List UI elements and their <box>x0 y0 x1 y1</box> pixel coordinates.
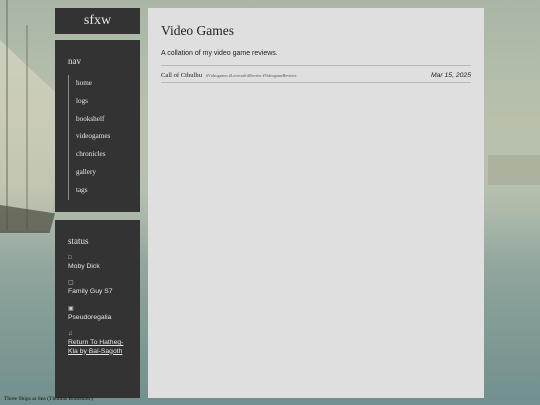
main-content: Video Games A collation of my video game… <box>148 8 484 398</box>
status-item-text: Pseudoregalia <box>68 314 112 321</box>
background-distant-ship <box>488 155 540 185</box>
status-item-link[interactable]: Return To Hatheg-Kla by Bal-Sagoth <box>68 339 123 355</box>
status-heading: status <box>68 236 89 246</box>
nav-item-tags[interactable]: tags <box>69 182 131 200</box>
site-title[interactable]: sfxw <box>55 8 140 34</box>
status-item-listening: ♫ Return To Hatheg-Kla by Bal-Sagoth <box>68 331 133 356</box>
status-panel: status □ Moby Dick ▢ Family Guy S7 ▣ Pse… <box>55 220 140 398</box>
post-title[interactable]: Call of Cthulhu <box>161 72 202 79</box>
background-caption: Three Ships at Sea (Thomas Bradshaw) <box>4 396 93 402</box>
status-item-text: Family Guy S7 <box>68 288 113 295</box>
site-title-text[interactable]: sfxw <box>84 13 111 29</box>
nav-panel: nav home logs bookshelf videogames chron… <box>55 40 140 212</box>
status-item-watching: ▢ Family Guy S7 <box>68 280 133 297</box>
background-ship-mast <box>26 25 28 230</box>
music-note-icon: ♫ <box>68 331 73 337</box>
background-ship-sail <box>0 40 60 230</box>
gamepad-icon: ▣ <box>68 306 74 312</box>
status-item-text: Moby Dick <box>68 263 100 270</box>
nav-item-home[interactable]: home <box>69 75 131 93</box>
divider <box>161 65 471 66</box>
nav-item-logs[interactable]: logs <box>69 93 131 111</box>
divider <box>161 82 471 83</box>
post-tags[interactable]: #Videogames #Lovecraft #Review #Videogam… <box>206 73 297 78</box>
nav-item-chronicles[interactable]: chronicles <box>69 146 131 164</box>
page-title: Video Games <box>161 23 235 38</box>
nav-item-gallery[interactable]: gallery <box>69 164 131 182</box>
background-ship-mast <box>6 0 8 230</box>
nav-item-videogames[interactable]: videogames <box>69 128 131 146</box>
tv-icon: ▢ <box>68 280 74 286</box>
status-item-reading: □ Moby Dick <box>68 255 133 272</box>
nav-item-bookshelf[interactable]: bookshelf <box>69 111 131 129</box>
book-icon: □ <box>68 255 72 261</box>
post-date: Mar 15, 2025 <box>430 72 471 79</box>
nav-heading: nav <box>68 56 81 66</box>
page-description: A collation of my video game reviews. <box>161 50 278 57</box>
nav-list: home logs bookshelf videogames chronicle… <box>68 75 131 200</box>
status-item-playing: ▣ Pseudoregalia <box>68 306 133 323</box>
